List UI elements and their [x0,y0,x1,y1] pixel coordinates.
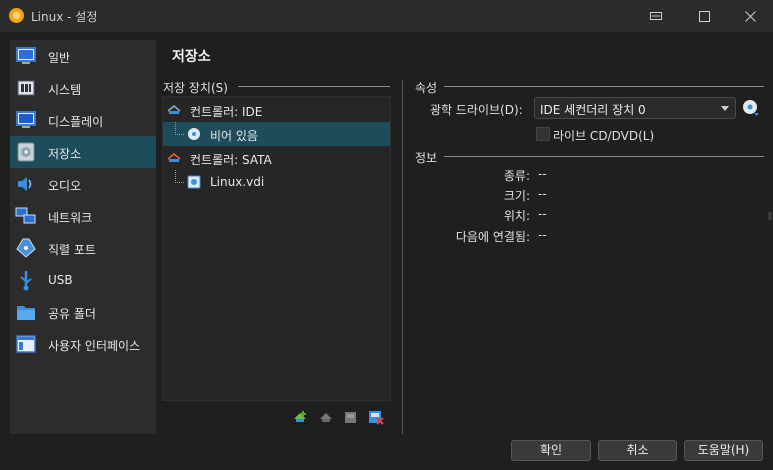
sidebar-item-general[interactable]: 일반 [10,40,156,72]
maximize-icon [698,10,710,22]
panel-splitter[interactable] [402,80,403,434]
tree-item-sata-controller[interactable]: 컨트롤러: SATA [163,146,390,170]
user-interface-icon [16,335,36,353]
sata-controller-icon [167,153,181,162]
page-title: 저장소 [172,49,211,65]
live-cd-label: 라이브 CD/DVD(L) [553,129,655,143]
sidebar-item-label: 네트워크 [48,211,93,225]
storage-devices-label: 저장 장치(S) [163,81,228,95]
sidebar-item-label: USB [48,273,73,287]
tree-item-ide-controller[interactable]: 컨트롤러: IDE [163,98,390,122]
title-bar: Linux - 설정 [0,0,773,32]
sidebar-item-system[interactable]: 시스템 [10,72,156,104]
sidebar-item-label: 공유 폴더 [48,307,96,321]
window-help-icon [650,12,662,20]
optical-drive-value: IDE 세컨더리 장치 0 [540,103,646,117]
resize-handle[interactable] [768,212,772,220]
ide-controller-icon [167,105,181,114]
sidebar-item-label: 디스플레이 [48,115,104,129]
display-icon [16,111,36,128]
info-attached-to-value: -- [538,228,547,242]
sidebar-item-label: 일반 [48,51,71,65]
choose-disk-icon[interactable] [742,99,760,117]
close-button[interactable] [727,0,773,32]
info-location-value: -- [538,207,547,221]
shared-folder-icon [17,306,35,320]
tree-item-label: 비어 있음 [210,129,258,143]
sidebar-item-label: 저장소 [48,147,82,161]
sidebar-item-usb[interactable]: USB [10,264,156,296]
optical-drive-select[interactable]: IDE 세컨더리 장치 0 [534,97,736,119]
info-size-value: -- [538,187,547,201]
serial-port-icon [16,238,36,258]
sidebar-item-label: 사용자 인터페이스 [48,339,141,353]
remove-controller-icon[interactable] [318,409,334,425]
hard-disk-icon [187,175,201,189]
live-cd-checkbox[interactable] [536,127,550,141]
attributes-divider [444,86,764,87]
storage-icon [17,142,35,162]
info-attached-to-key: 다음에 연결됨: [455,230,530,244]
system-icon [17,80,35,96]
cancel-button[interactable]: 취소 [598,440,677,461]
information-divider [444,156,764,157]
info-size-key: 크기: [503,189,530,203]
sidebar-item-label: 직렬 포트 [48,243,96,257]
optical-disc-icon [188,128,200,140]
add-attachment-icon[interactable] [343,409,359,425]
sidebar-item-shared-folder[interactable]: 공유 폴더 [10,296,156,328]
tree-item-label: Linux.vdi [210,175,265,189]
optical-drive-label: 광학 드라이브(D): [430,103,523,117]
settings-sidebar: 일반 시스템 디스플레이 저장소 오디오 네트워크 직렬 포트 USB 공유 폴… [10,40,156,434]
sidebar-item-display[interactable]: 디스플레이 [10,104,156,136]
usb-icon [20,271,32,291]
general-icon [16,47,36,64]
ok-button[interactable]: 확인 [511,440,591,461]
help-button[interactable]: 도움말(H) [684,440,763,461]
attributes-label: 속성 [415,81,438,95]
tree-item-label: 컨트롤러: SATA [190,153,272,167]
window-title: Linux - 설정 [31,10,98,24]
sidebar-item-label: 오디오 [48,179,82,193]
storage-tree[interactable]: 컨트롤러: IDE 비어 있음 컨트롤러: SATA Linux.vdi [162,96,391,401]
audio-icon [18,177,32,191]
sidebar-item-network[interactable]: 네트워크 [10,200,156,232]
close-icon [744,10,756,22]
network-icon [15,207,36,224]
tree-branch-line [175,170,184,183]
tree-branch-line [175,122,184,135]
storage-divider [238,86,390,87]
info-location-key: 위치: [503,209,530,223]
sidebar-item-user-interface[interactable]: 사용자 인터페이스 [10,328,156,360]
sidebar-item-storage[interactable]: 저장소 [10,136,156,168]
remove-attachment-icon[interactable] [368,409,384,425]
tree-item-linux-vdi[interactable]: Linux.vdi [163,170,390,194]
sidebar-item-label: 시스템 [48,83,82,97]
chevron-down-icon [721,106,729,111]
sidebar-item-serial-port[interactable]: 직렬 포트 [10,232,156,264]
add-controller-icon[interactable] [292,409,308,425]
tree-item-empty-drive[interactable]: 비어 있음 [163,122,390,146]
information-label: 정보 [415,151,438,165]
tree-item-label: 컨트롤러: IDE [190,105,263,119]
maximize-button[interactable] [681,0,727,32]
help-window-button[interactable] [633,0,679,32]
sidebar-item-audio[interactable]: 오디오 [10,168,156,200]
info-type-value: -- [538,167,547,181]
virtualbox-app-icon [9,8,24,23]
info-type-key: 종류: [503,169,530,183]
